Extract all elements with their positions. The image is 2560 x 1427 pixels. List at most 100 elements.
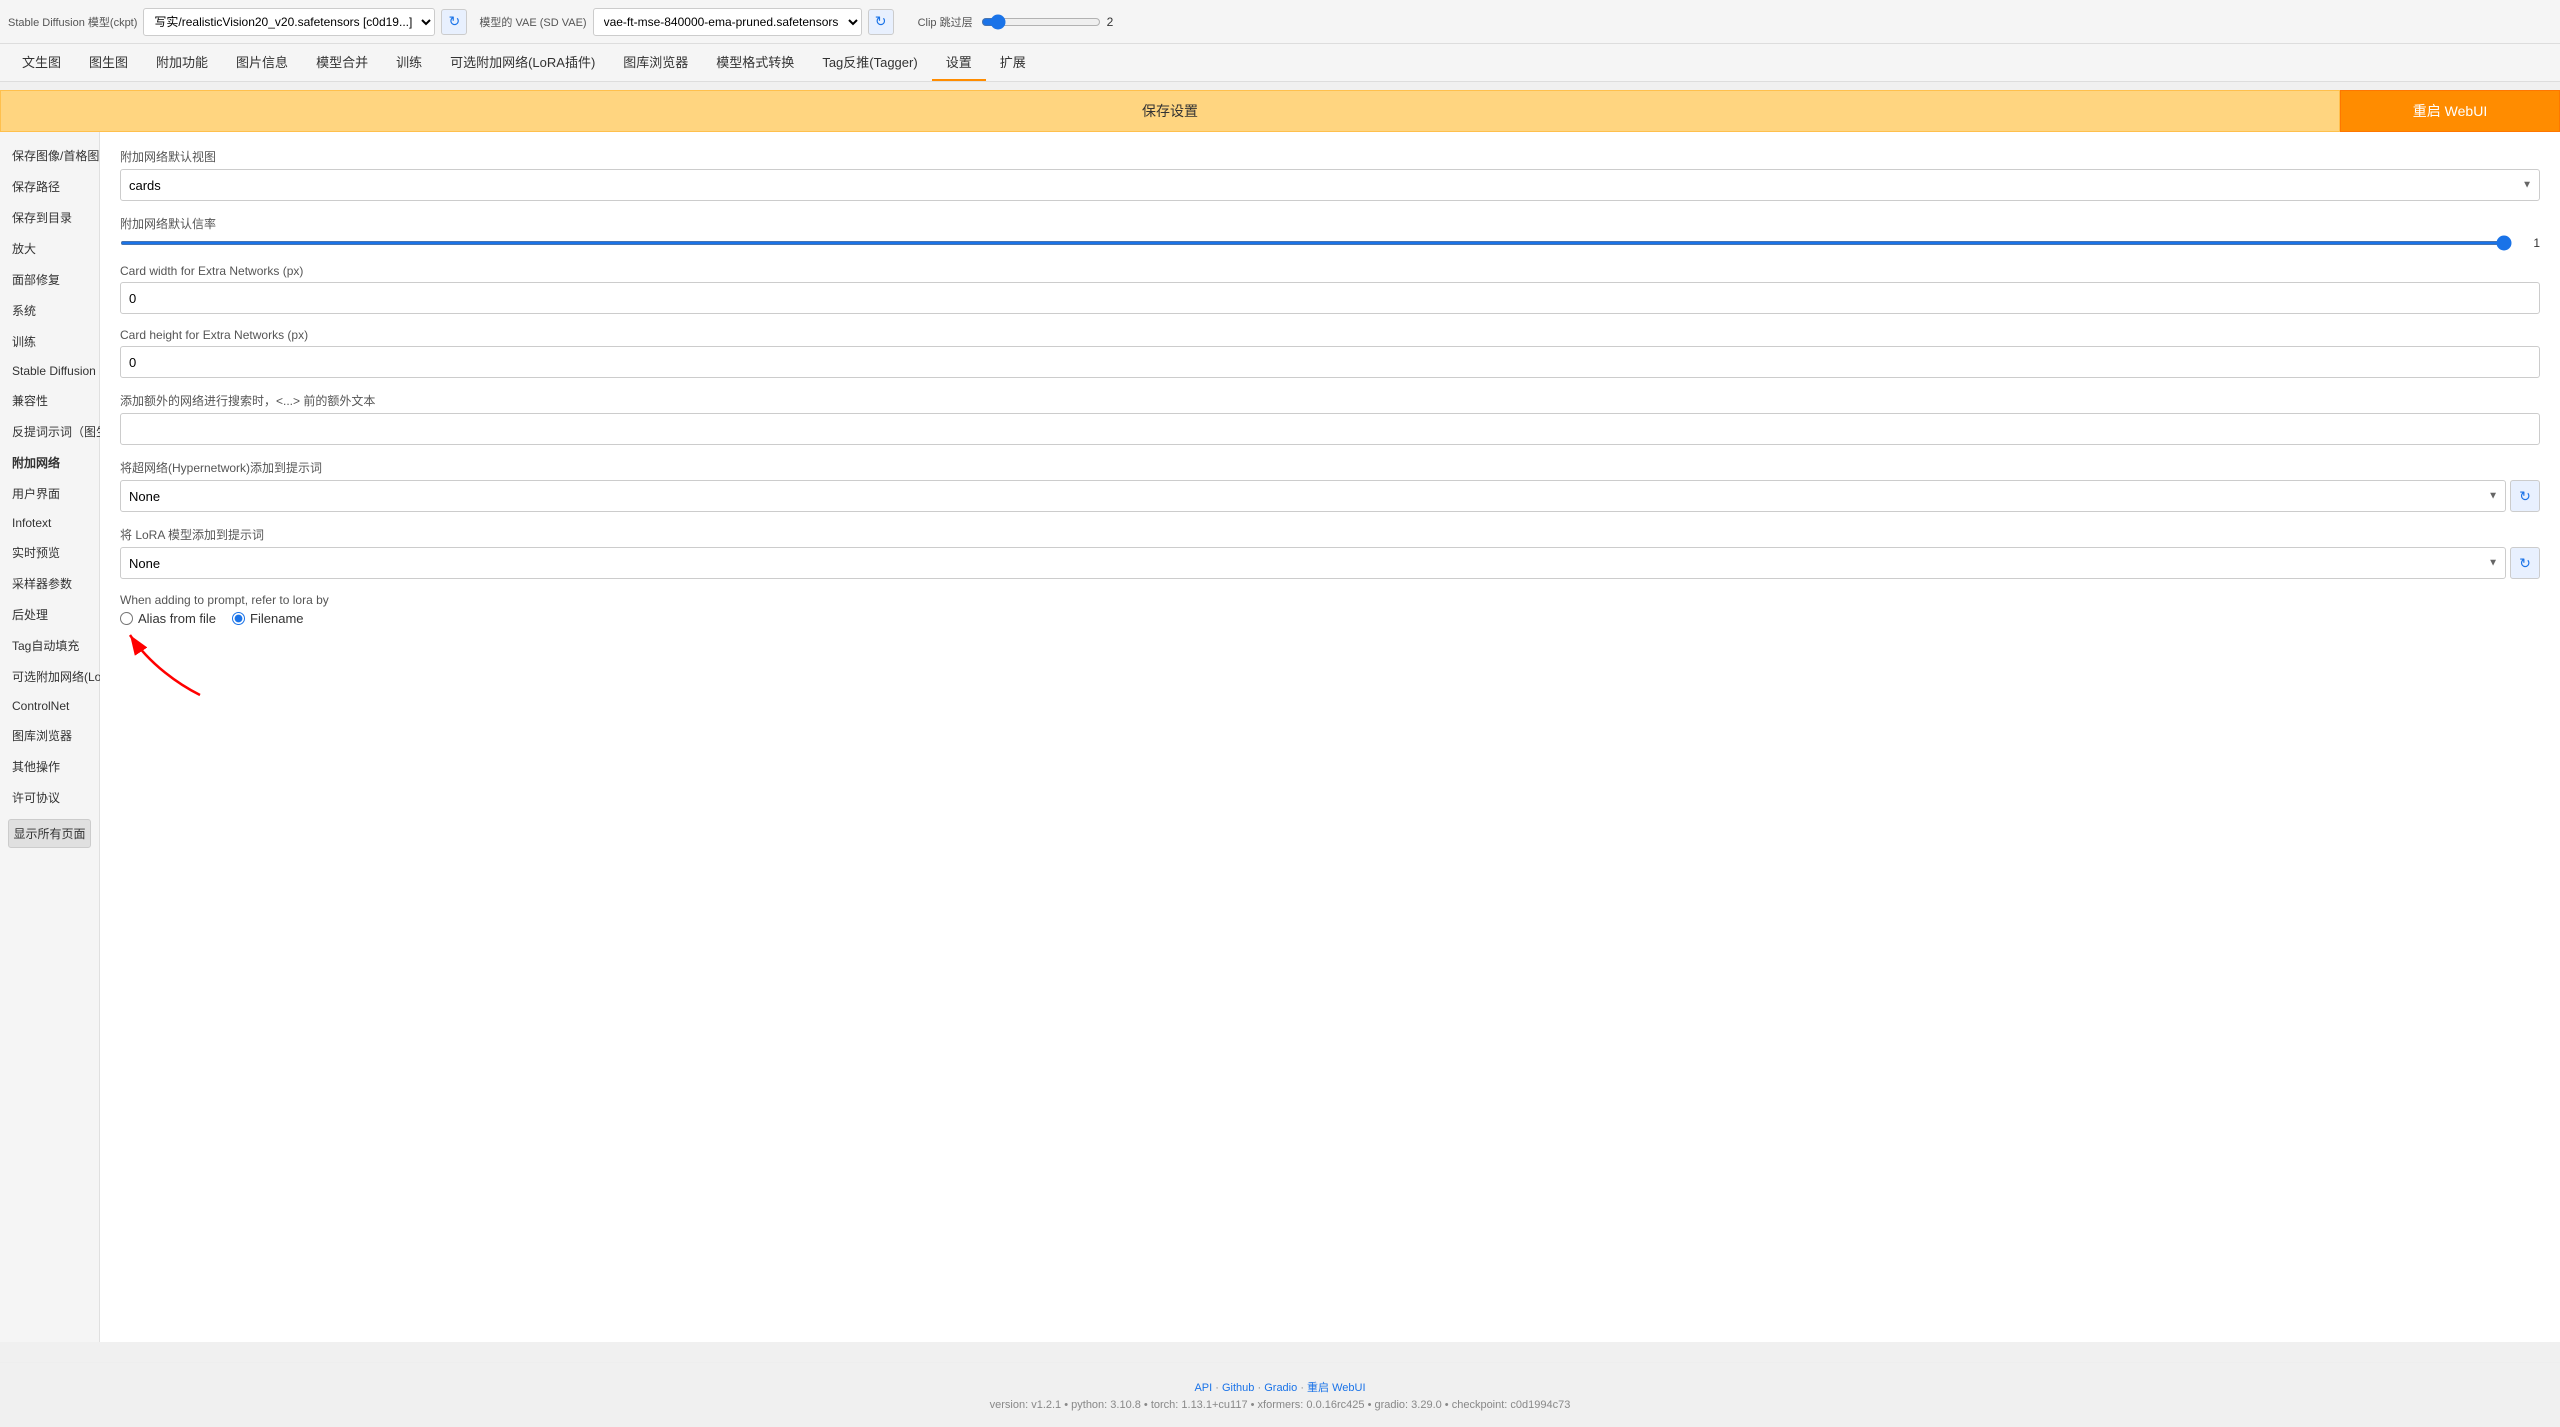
lora-select-inner-wrap: None ▼ <box>120 547 2506 579</box>
model-label: Stable Diffusion 模型(ckpt) <box>8 14 137 30</box>
lora-row: 将 LoRA 模型添加到提示词 None ▼ ↻ <box>120 526 2540 579</box>
model-select[interactable]: 写实/realisticVision20_v20.safetensors [c0… <box>143 8 435 36</box>
hypernetwork-label: 将超网络(Hypernetwork)添加到提示词 <box>120 459 2540 476</box>
red-arrow-annotation <box>110 625 230 705</box>
footer-github-link[interactable]: Github <box>1222 1382 1254 1394</box>
lora-label: 将 LoRA 模型添加到提示词 <box>120 526 2540 543</box>
confidence-slider[interactable] <box>120 241 2512 245</box>
sidebar-item-lora[interactable]: 可选附加网络(LoRA插件) <box>0 661 99 692</box>
default-view-label: 附加网络默认视图 <box>120 148 2540 165</box>
footer-links: API · Github · Gradio · 重启 WebUI <box>16 1379 2544 1395</box>
extra-text-input[interactable] <box>120 413 2540 445</box>
nav-tabs: 文生图 图生图 附加功能 图片信息 模型合并 训练 可选附加网络(LoRA插件)… <box>0 44 2560 82</box>
restart-webui-button[interactable]: 重启 WebUI <box>2340 90 2560 132</box>
sidebar-item-savedir[interactable]: 保存到目录 <box>0 202 99 233</box>
show-all-pages-button[interactable]: 显示所有页面 <box>8 819 91 848</box>
default-view-select[interactable]: cards list <box>120 169 2540 201</box>
sidebar-item-sd[interactable]: Stable Diffusion <box>0 357 99 385</box>
top-bar: Stable Diffusion 模型(ckpt) 写实/realisticVi… <box>0 0 2560 44</box>
footer-version-info: version: v1.2.1 • python: 3.10.8 • torch… <box>16 1399 2544 1411</box>
tab-xunlian[interactable]: 训练 <box>382 44 436 81</box>
clip-section: Clip 跳过层 2 <box>918 14 1114 30</box>
sidebar-item-license[interactable]: 许可协议 <box>0 782 99 813</box>
vae-label: 模型的 VAE (SD VAE) <box>479 14 586 30</box>
vae-select[interactable]: vae-ft-mse-840000-ema-pruned.safetensors <box>593 8 862 36</box>
tab-moxing[interactable]: 模型合并 <box>302 44 382 81</box>
content-area: 附加网络默认视图 cards list ▼ 附加网络默认信率 1 Card wi… <box>100 132 2560 1342</box>
sidebar-item-ui[interactable]: 用户界面 <box>0 478 99 509</box>
card-width-row: Card width for Extra Networks (px) <box>120 264 2540 314</box>
hypernetwork-select-inner-wrap: None ▼ <box>120 480 2506 512</box>
clip-slider-wrap: 2 <box>981 14 1114 30</box>
footer-sep1: · <box>1215 1382 1222 1394</box>
card-width-input[interactable] <box>120 282 2540 314</box>
tab-convert[interactable]: 模型格式转换 <box>702 44 808 81</box>
default-confidence-label: 附加网络默认信率 <box>120 215 2540 232</box>
card-height-row: Card height for Extra Networks (px) <box>120 328 2540 378</box>
card-height-label: Card height for Extra Networks (px) <box>120 328 2540 342</box>
sidebar-item-extra-networks[interactable]: 附加网络 <box>0 447 99 478</box>
alias-from-file-label: Alias from file <box>138 611 216 626</box>
sidebar-item-sampler[interactable]: 采样器参数 <box>0 568 99 599</box>
clip-value: 2 <box>1107 15 1114 29</box>
sidebar-item-system[interactable]: 系统 <box>0 295 99 326</box>
sidebar-item-face[interactable]: 面部修复 <box>0 264 99 295</box>
sidebar-item-infotext[interactable]: Infotext <box>0 509 99 537</box>
lora-select[interactable]: None <box>120 547 2506 579</box>
lora-refer-label: When adding to prompt, refer to lora by <box>120 593 2540 607</box>
clip-label: Clip 跳过层 <box>918 14 973 30</box>
action-bar: 保存设置 重启 WebUI <box>0 90 2560 132</box>
model-section: Stable Diffusion 模型(ckpt) 写实/realisticVi… <box>8 8 467 36</box>
lora-refer-radio-group: Alias from file Filename <box>120 611 2540 626</box>
sidebar-item-train[interactable]: 训练 <box>0 326 99 357</box>
default-confidence-row: 附加网络默认信率 1 <box>120 215 2540 250</box>
footer-sep2: · <box>1257 1382 1264 1394</box>
footer-gradio-link[interactable]: Gradio <box>1264 1382 1297 1394</box>
sidebar-item-save-image[interactable]: 保存图像/首格图 <box>0 140 99 171</box>
tab-fujia[interactable]: 附加功能 <box>142 44 222 81</box>
save-settings-button[interactable]: 保存设置 <box>0 90 2340 132</box>
sidebar-item-gallery[interactable]: 图库浏览器 <box>0 720 99 751</box>
tab-settings[interactable]: 设置 <box>932 44 986 81</box>
extra-text-row: 添加额外的网络进行搜索时，<...> 前的额外文本 <box>120 392 2540 445</box>
hypernetwork-select-wrap: None ▼ ↻ <box>120 480 2540 512</box>
sidebar-item-savepath[interactable]: 保存路径 <box>0 171 99 202</box>
confidence-slider-row: 1 <box>120 236 2540 250</box>
sidebar-item-preview[interactable]: 实时预览 <box>0 537 99 568</box>
footer-api-link[interactable]: API <box>1194 1382 1212 1394</box>
vae-refresh-btn[interactable]: ↻ <box>868 9 894 35</box>
filename-option[interactable]: Filename <box>232 611 303 626</box>
tab-wentu[interactable]: 文生图 <box>8 44 75 81</box>
tab-lora[interactable]: 可选附加网络(LoRA插件) <box>436 44 609 81</box>
hypernetwork-refresh-btn[interactable]: ↻ <box>2510 480 2540 512</box>
filename-radio[interactable] <box>232 612 245 625</box>
footer: API · Github · Gradio · 重启 WebUI version… <box>0 1362 2560 1427</box>
filename-label: Filename <box>250 611 303 626</box>
tab-tusheng[interactable]: 图生图 <box>75 44 142 81</box>
extra-text-label: 添加额外的网络进行搜索时，<...> 前的额外文本 <box>120 392 2540 409</box>
sidebar-item-neg[interactable]: 反提词示词（图生图页面） <box>0 416 99 447</box>
hypernetwork-row: 将超网络(Hypernetwork)添加到提示词 None ▼ ↻ <box>120 459 2540 512</box>
tab-tagger[interactable]: Tag反推(Tagger) <box>808 44 931 81</box>
footer-sep3: · <box>1300 1382 1307 1394</box>
tab-gallery[interactable]: 图库浏览器 <box>609 44 702 81</box>
footer-restart-link[interactable]: 重启 WebUI <box>1307 1382 1365 1394</box>
tab-tupian[interactable]: 图片信息 <box>222 44 302 81</box>
sidebar-item-postprocess[interactable]: 后处理 <box>0 599 99 630</box>
lora-refresh-btn[interactable]: ↻ <box>2510 547 2540 579</box>
alias-from-file-radio[interactable] <box>120 612 133 625</box>
default-view-row: 附加网络默认视图 cards list ▼ <box>120 148 2540 201</box>
sidebar-item-zoom[interactable]: 放大 <box>0 233 99 264</box>
sidebar-item-tag[interactable]: Tag自动填充 <box>0 630 99 661</box>
card-height-input[interactable] <box>120 346 2540 378</box>
confidence-value: 1 <box>2520 236 2540 250</box>
alias-from-file-option[interactable]: Alias from file <box>120 611 216 626</box>
lora-refer-row: When adding to prompt, refer to lora by … <box>120 593 2540 626</box>
clip-slider[interactable] <box>981 14 1101 30</box>
sidebar-item-controlnet[interactable]: ControlNet <box>0 692 99 720</box>
sidebar-item-other[interactable]: 其他操作 <box>0 751 99 782</box>
hypernetwork-select[interactable]: None <box>120 480 2506 512</box>
sidebar-item-compat[interactable]: 兼容性 <box>0 385 99 416</box>
tab-extensions[interactable]: 扩展 <box>986 44 1040 81</box>
model-refresh-btn[interactable]: ↻ <box>441 9 467 35</box>
